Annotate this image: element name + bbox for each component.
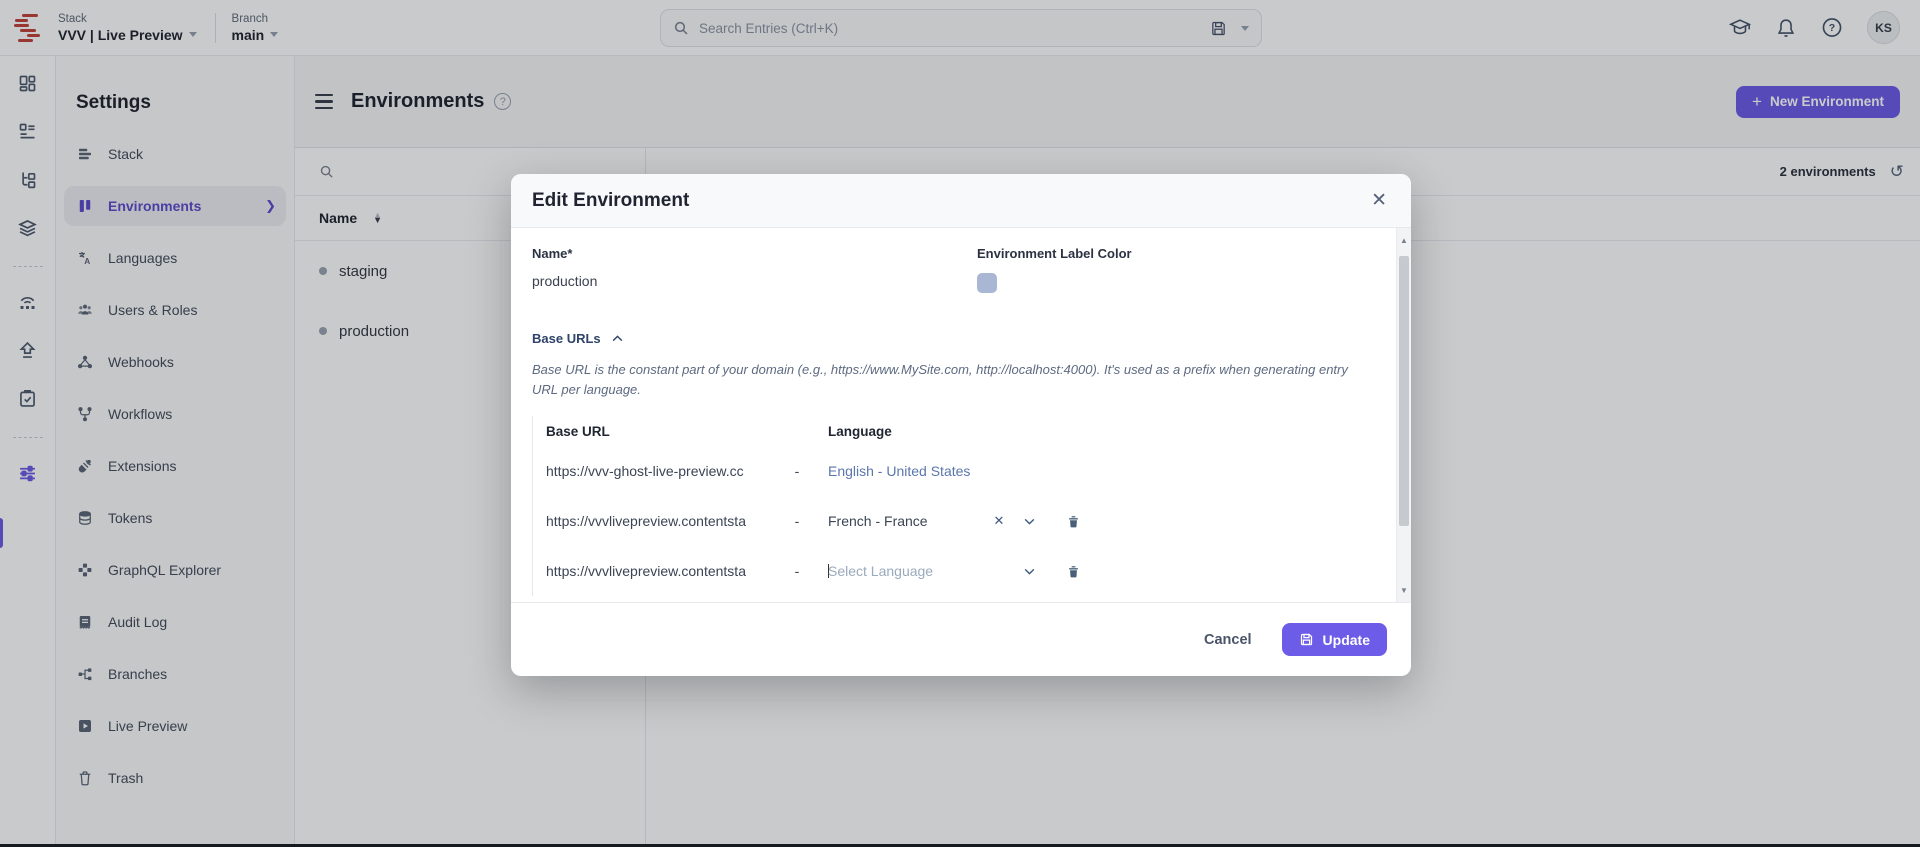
update-button[interactable]: Update <box>1281 623 1387 656</box>
environment-name-input[interactable] <box>532 273 832 289</box>
save-icon <box>1300 633 1312 646</box>
base-url-input[interactable]: https://vvvlivepreview.contentsta <box>546 563 771 579</box>
cancel-button[interactable]: Cancel <box>1204 632 1252 648</box>
delete-row-icon[interactable] <box>1062 514 1084 529</box>
scroll-up-icon[interactable]: ▲ <box>1397 232 1411 248</box>
chevron-down-icon[interactable] <box>1018 565 1040 578</box>
base-url-table: Base URL Language https://vvv-ghost-live… <box>532 416 1365 597</box>
environment-color-swatch[interactable] <box>977 273 997 293</box>
base-url-description: Base URL is the constant part of your do… <box>532 362 1348 398</box>
modal-title: Edit Environment <box>532 189 690 211</box>
edit-environment-modal: Edit Environment ✕ Name* Environment Lab… <box>511 174 1411 676</box>
color-field-label: Environment Label Color <box>977 246 1132 261</box>
close-icon[interactable]: ✕ <box>1371 191 1387 210</box>
language-column-header: Language <box>828 423 892 439</box>
language-select[interactable]: Select Language <box>828 563 988 579</box>
app-root: Stack VVV | Live Preview Branch main Sea… <box>0 0 1920 847</box>
scroll-down-icon[interactable]: ▼ <box>1397 582 1411 598</box>
chevron-up-icon <box>612 335 622 342</box>
base-url-row: https://vvvlivepreview.contentsta - Sele… <box>546 546 1365 596</box>
language-select[interactable]: English - United States <box>828 463 988 479</box>
base-url-column-header: Base URL <box>546 423 610 439</box>
delete-row-icon[interactable] <box>1062 564 1084 579</box>
base-urls-section-toggle[interactable]: Base URLs <box>532 331 1365 346</box>
name-field-label: Name* <box>532 246 573 261</box>
base-url-input[interactable]: https://vvv-ghost-live-preview.cc <box>546 463 771 479</box>
language-select[interactable]: French - France <box>828 513 988 529</box>
chevron-down-icon[interactable] <box>1018 515 1040 528</box>
base-url-row: https://vvv-ghost-live-preview.cc - Engl… <box>546 446 1365 496</box>
clear-language-icon[interactable]: ✕ <box>988 513 1010 529</box>
scrollbar-thumb[interactable] <box>1399 256 1409 526</box>
modal-scrollbar[interactable]: ▲ ▼ <box>1396 228 1411 602</box>
base-url-input[interactable]: https://vvvlivepreview.contentsta <box>546 513 771 529</box>
base-url-row: https://vvvlivepreview.contentsta - Fren… <box>546 496 1365 546</box>
